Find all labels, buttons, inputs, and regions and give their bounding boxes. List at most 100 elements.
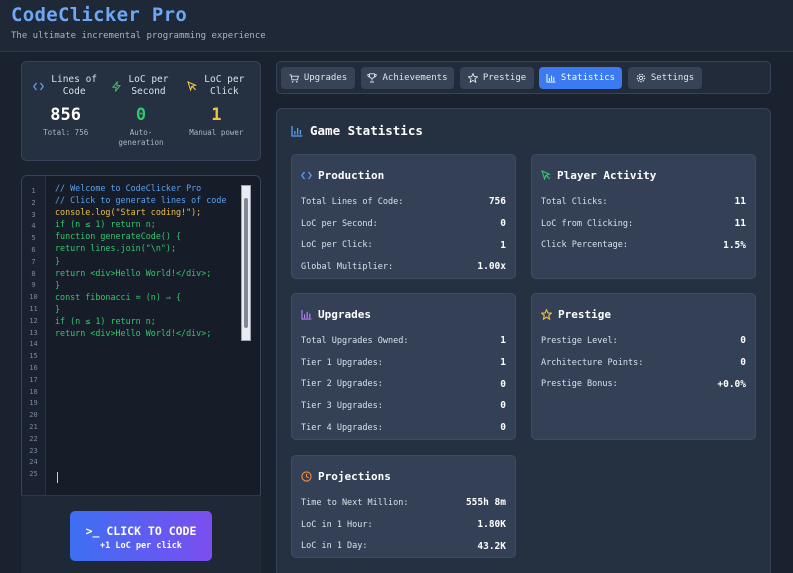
stat-row-label: Tier 2 Upgrades: [301, 379, 383, 390]
stat-row-value: 0 [740, 335, 746, 347]
card-title: Projections [318, 469, 391, 483]
cart-icon [289, 73, 299, 83]
stats-summary-card: Lines of Code 856 Total: 756 LoC per Sec… [21, 61, 261, 161]
code-line: } [55, 279, 61, 290]
stat-row: Time to Next Million: 555h 8m [301, 492, 506, 514]
editor-scrollbar[interactable] [241, 185, 251, 341]
stat-row-label: Total Lines of Code: [301, 196, 404, 207]
stat-row: Tier 2 Upgrades: 0 [301, 373, 506, 395]
click-to-code-button[interactable]: >_ CLICK TO CODE +1 LoC per click [70, 511, 212, 561]
line-number: 20 [29, 411, 38, 420]
card-title: Production [318, 168, 385, 182]
stat-label: LoC per Click [204, 74, 245, 97]
stat-row-label: Tier 1 Upgrades: [301, 357, 383, 368]
stat-row-label: Global Multiplier: [301, 261, 394, 272]
production-card: Production Total Lines of Code: 756 LoC pe… [291, 154, 516, 279]
scrollbar-thumb[interactable] [244, 198, 248, 328]
tab-settings[interactable]: Settings [628, 67, 702, 89]
code-content[interactable]: // Welcome to CodeClicker Pro // Click to… [55, 183, 253, 340]
stat-row-value: 43.2K [477, 540, 506, 552]
projections-card: Projections Time to Next Million: 555h 8m… [291, 455, 516, 558]
line-number: 19 [29, 399, 38, 408]
bolt-icon [112, 80, 122, 92]
stat-row-value: 1.5% [723, 239, 746, 251]
stat-row-label: LoC per Second: [301, 218, 378, 229]
code-line: console.log("Start coding!"); [55, 207, 202, 218]
stat-row: Architecture Points: 0 [541, 352, 746, 374]
stat-row-label: Prestige Level: [541, 335, 618, 346]
stat-row-value: 0 [500, 378, 506, 390]
line-number: 22 [29, 434, 38, 443]
cursor-icon [541, 170, 551, 180]
line-number: 17 [29, 375, 38, 384]
line-number: 13 [29, 328, 38, 337]
stat-row-label: LoC in 1 Day: [301, 541, 368, 552]
stat-row-value: 0 [500, 218, 506, 230]
stat-row-label: LoC in 1 Hour: [301, 519, 373, 530]
line-number: 24 [29, 458, 38, 467]
upgrades-rows: Total Upgrades Owned: 1 Tier 1 Upgrades: 1 T… [301, 330, 506, 438]
tab-label: Statistics [560, 73, 616, 83]
line-number: 7 [31, 257, 36, 266]
stat-row-value: 1 [500, 335, 506, 347]
tab-upgrades[interactable]: Upgrades [281, 67, 355, 89]
panel-title-text: Game Statistics [310, 123, 423, 138]
clock-icon [301, 470, 312, 482]
tab-prestige[interactable]: Prestige [460, 67, 534, 89]
code-line: const fibonacci = (n) ⇒ { [55, 291, 182, 302]
line-number: 9 [31, 281, 36, 290]
stat-row-value: 1.80K [477, 519, 506, 531]
tab-achievements[interactable]: Achievements [361, 67, 454, 89]
stat-row-value: 1 [500, 357, 506, 369]
line-number: 4 [31, 222, 36, 231]
stat-label: Lines of Code [51, 74, 98, 97]
stat-sub: Auto-generation [118, 128, 164, 147]
code-line: function generateCode() { [55, 231, 182, 242]
code-line: } [55, 255, 61, 266]
cursor-icon [187, 81, 198, 91]
stat-row: Prestige Bonus: +0.0% [541, 373, 746, 395]
star-icon [541, 308, 552, 320]
stat-label: LoC per Second [128, 74, 169, 97]
star-icon [467, 73, 478, 83]
stat-row: Total Clicks: 11 [541, 191, 746, 213]
code-line: return <div>Hello World!</div>; [55, 328, 212, 339]
stat-row: LoC from Clicking: 11 [541, 213, 746, 235]
stat-row-label: Tier 3 Upgrades: [301, 400, 383, 411]
line-number: 1 [31, 187, 36, 195]
stat-row-value: 11 [734, 196, 746, 208]
stat-row-value: 11 [734, 218, 746, 230]
panel-title: Game Statistics [291, 123, 423, 138]
stat-row: Tier 1 Upgrades: 1 [301, 352, 506, 374]
stat-sub: Manual power [189, 128, 244, 137]
stat-value: 856 [50, 105, 82, 125]
bar-chart-icon [546, 74, 556, 83]
code-line: } [55, 303, 61, 314]
code-line: // Click to generate lines of code [55, 195, 227, 206]
stat-row-label: Click Percentage: [541, 240, 628, 251]
prestige-rows: Prestige Level: 0 Architecture Points: 0 Pre… [541, 330, 746, 395]
line-number: 14 [29, 340, 38, 349]
line-number: 21 [29, 422, 38, 431]
stat-value: 0 [135, 105, 147, 125]
stat-row-label: Total Upgrades Owned: [301, 335, 409, 346]
bar-chart-icon [301, 309, 312, 320]
stat-row-value: 756 [488, 196, 506, 208]
stat-row: Global Multiplier: 1.00x [301, 256, 506, 278]
tab-statistics[interactable]: Statistics [539, 67, 622, 89]
bar-chart-icon [291, 125, 303, 137]
stat-sub: Total: 756 [43, 128, 89, 137]
click-button-sub: +1 LoC per click [100, 540, 182, 551]
stat-row: LoC per Second: 0 [301, 213, 506, 235]
click-button-label: >_ CLICK TO CODE [85, 523, 197, 538]
text-caret [57, 472, 58, 483]
line-number: 12 [29, 316, 38, 325]
line-number: 2 [31, 198, 36, 207]
line-number: 11 [29, 304, 38, 313]
stat-row-value: 1 [500, 239, 506, 251]
tab-label: Prestige [482, 73, 527, 83]
line-number: 25 [29, 470, 38, 479]
line-number: 18 [29, 387, 38, 396]
stat-row: Tier 4 Upgrades: 0 [301, 417, 506, 439]
stat-row-value: 1.00x [477, 261, 506, 273]
